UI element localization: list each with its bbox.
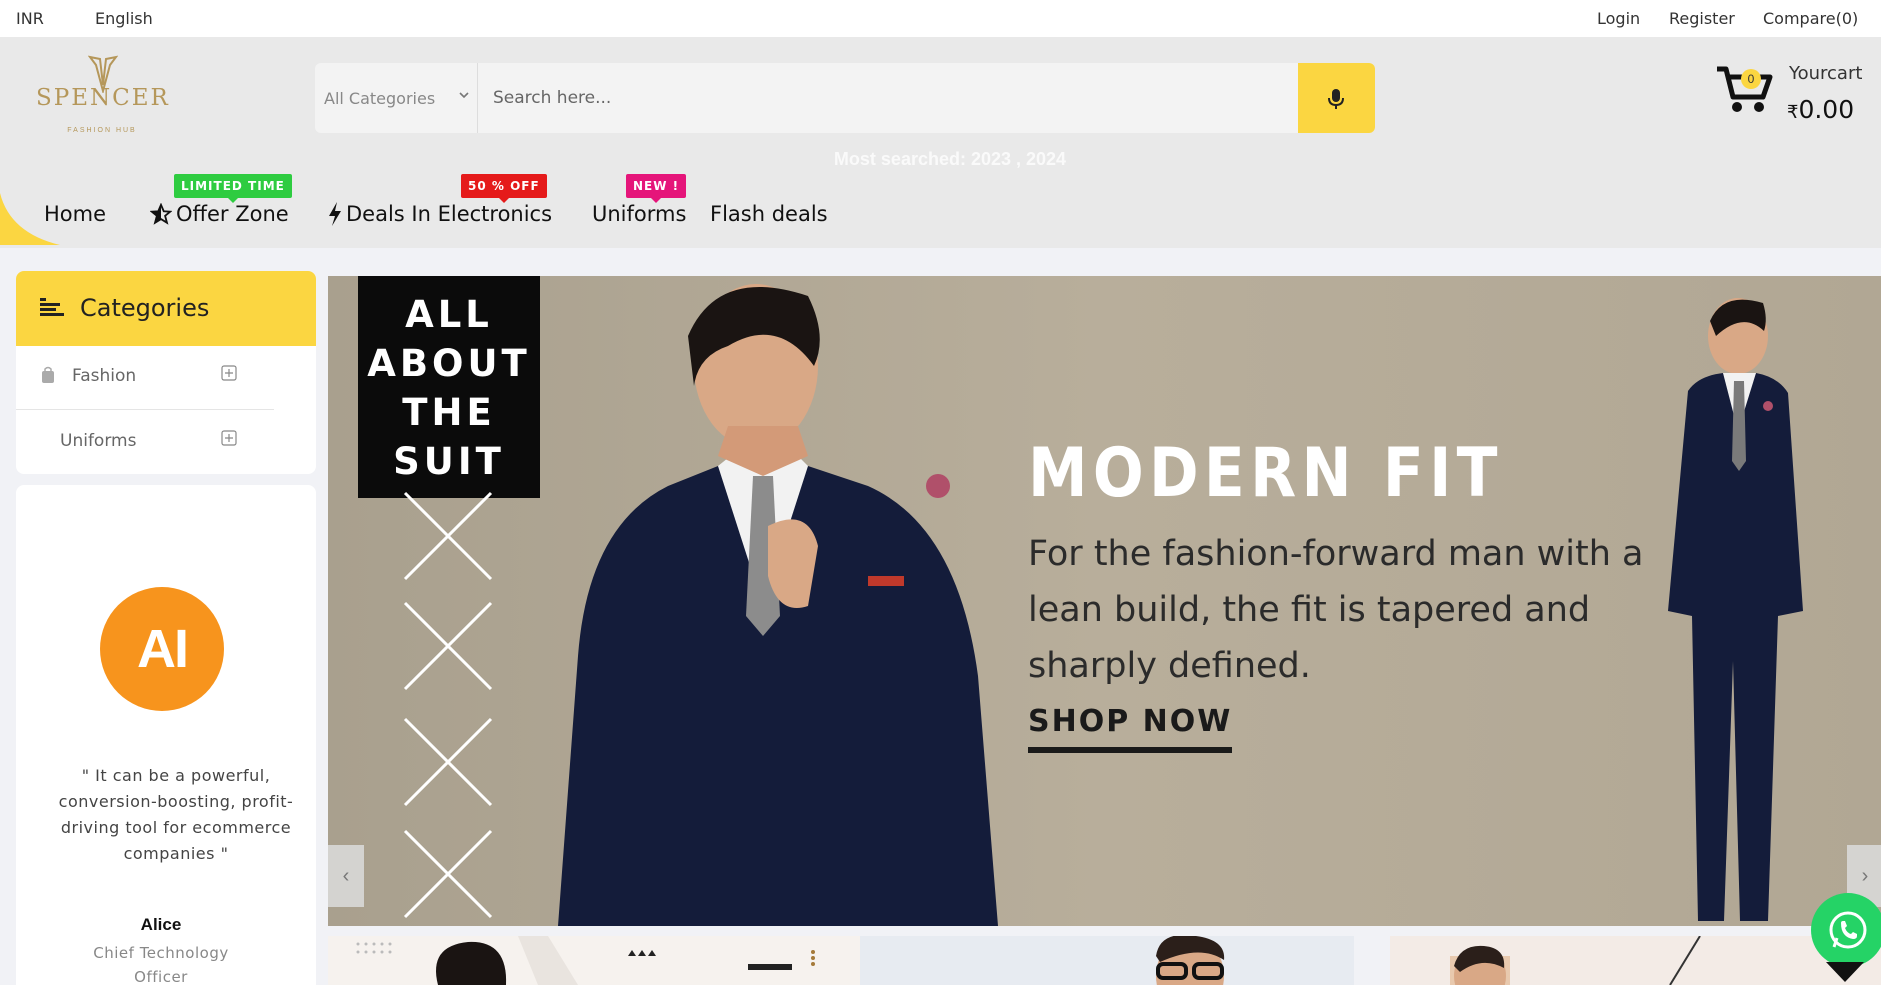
testimonial-card: AI " It can be a powerful, conversion-bo… [16, 485, 316, 985]
testimonial-quote: " It can be a powerful, conversion-boost… [58, 766, 294, 863]
cart-widget[interactable]: 0 Yourcart ₹0.00 [1715, 61, 1875, 131]
banner-prev-arrow[interactable]: ‹ [328, 845, 364, 907]
nav-item-deals-electronics[interactable]: Deals In Electronics [328, 202, 552, 226]
category-dropdown-value: All Categories [324, 89, 436, 108]
nav-item-label: Home [44, 202, 107, 226]
cart-total-value: 0.00 [1798, 95, 1855, 124]
top-bar: INR English Login Register Compare(0) [0, 0, 1881, 37]
register-link[interactable]: Register [1669, 9, 1735, 28]
banner-side-text: ALL ABOUT THE SUIT [367, 293, 531, 483]
testimonial-name: Alice [140, 915, 182, 934]
brand-logo[interactable]: SPENCER FASHION HUB [36, 55, 170, 134]
bag-icon [42, 366, 54, 383]
login-link[interactable]: Login [1597, 9, 1640, 28]
cart-total: ₹0.00 [1787, 95, 1854, 124]
voice-search-button[interactable] [1298, 63, 1375, 133]
most-searched-text: Most searched: 2023 , 2024 [833, 149, 1067, 169]
promo-image [1450, 936, 1701, 985]
testimonial-role: Chief Technology Officer [93, 944, 229, 985]
scroll-chevron-icon[interactable] [1826, 962, 1864, 982]
cart-count-badge: 0 [1741, 69, 1761, 89]
promo-strip [328, 936, 1881, 985]
categories-title: Categories [80, 294, 210, 322]
menu-lines-icon [40, 298, 64, 316]
microphone-icon [1328, 89, 1344, 109]
promo-image [356, 936, 815, 985]
category-dropdown[interactable]: All Categories [315, 63, 478, 133]
nav-item-label: Offer Zone [176, 202, 289, 226]
promo-image [1156, 936, 1225, 985]
promo-card[interactable] [1390, 936, 1881, 985]
brand-tagline: FASHION HUB [67, 127, 137, 134]
category-label: Fashion [72, 366, 137, 386]
whatsapp-button[interactable] [1811, 893, 1881, 967]
banner-headline: MODERN FIT [1028, 434, 1503, 513]
category-item-fashion[interactable]: Fashion [16, 346, 316, 406]
shop-now-button[interactable]: SHOP NOW [1028, 704, 1233, 753]
nav-item-offer-zone[interactable]: Offer Zone [150, 202, 289, 226]
model-image [1668, 298, 1803, 921]
decorative-crosses [403, 491, 493, 919]
chevron-down-icon [459, 92, 469, 99]
avatar: AI [100, 587, 224, 711]
nav-item-home[interactable]: Home [44, 202, 106, 226]
nav-item-flash-deals[interactable]: Flash deals [710, 202, 828, 226]
search-input[interactable] [478, 63, 1298, 133]
categories-panel: Categories Fashion Uniforms [16, 271, 316, 474]
currency-symbol: ₹ [1787, 102, 1799, 123]
divider [16, 409, 274, 410]
brand-name: SPENCER [36, 85, 170, 111]
discount-tag: 50 % OFF [461, 174, 547, 203]
star-icon [150, 203, 172, 225]
nav-item-label: Deals In Electronics [346, 202, 553, 226]
promo-card[interactable] [328, 936, 860, 985]
search-bar: All Categories [315, 63, 1375, 133]
bolt-icon [329, 202, 341, 226]
nav-item-uniforms[interactable]: Uniforms [592, 202, 686, 226]
language-selector[interactable]: English [95, 9, 153, 28]
expand-icon[interactable] [221, 365, 237, 381]
currency-selector[interactable]: INR [16, 9, 44, 28]
category-item-uniforms[interactable]: Uniforms [16, 411, 316, 471]
cart-label: Yourcart [1789, 63, 1863, 84]
whatsapp-icon [1829, 911, 1867, 949]
hero-banner[interactable]: ALL ABOUT THE SUIT MODERN FIT For the fa… [328, 276, 1881, 926]
categories-header: Categories [16, 271, 316, 346]
banner-body: For the fashion-forward man with a lean … [1028, 534, 1644, 686]
nav-item-label: Flash deals [710, 202, 828, 226]
model-image [558, 284, 998, 926]
category-label: Uniforms [60, 431, 137, 451]
promo-card[interactable] [860, 936, 1354, 985]
expand-icon[interactable] [221, 430, 237, 446]
compare-link[interactable]: Compare(0) [1763, 9, 1858, 28]
new-tag: NEW ! [626, 174, 687, 203]
limited-time-tag: LIMITED TIME [174, 174, 292, 203]
nav-item-label: Uniforms [592, 202, 687, 226]
